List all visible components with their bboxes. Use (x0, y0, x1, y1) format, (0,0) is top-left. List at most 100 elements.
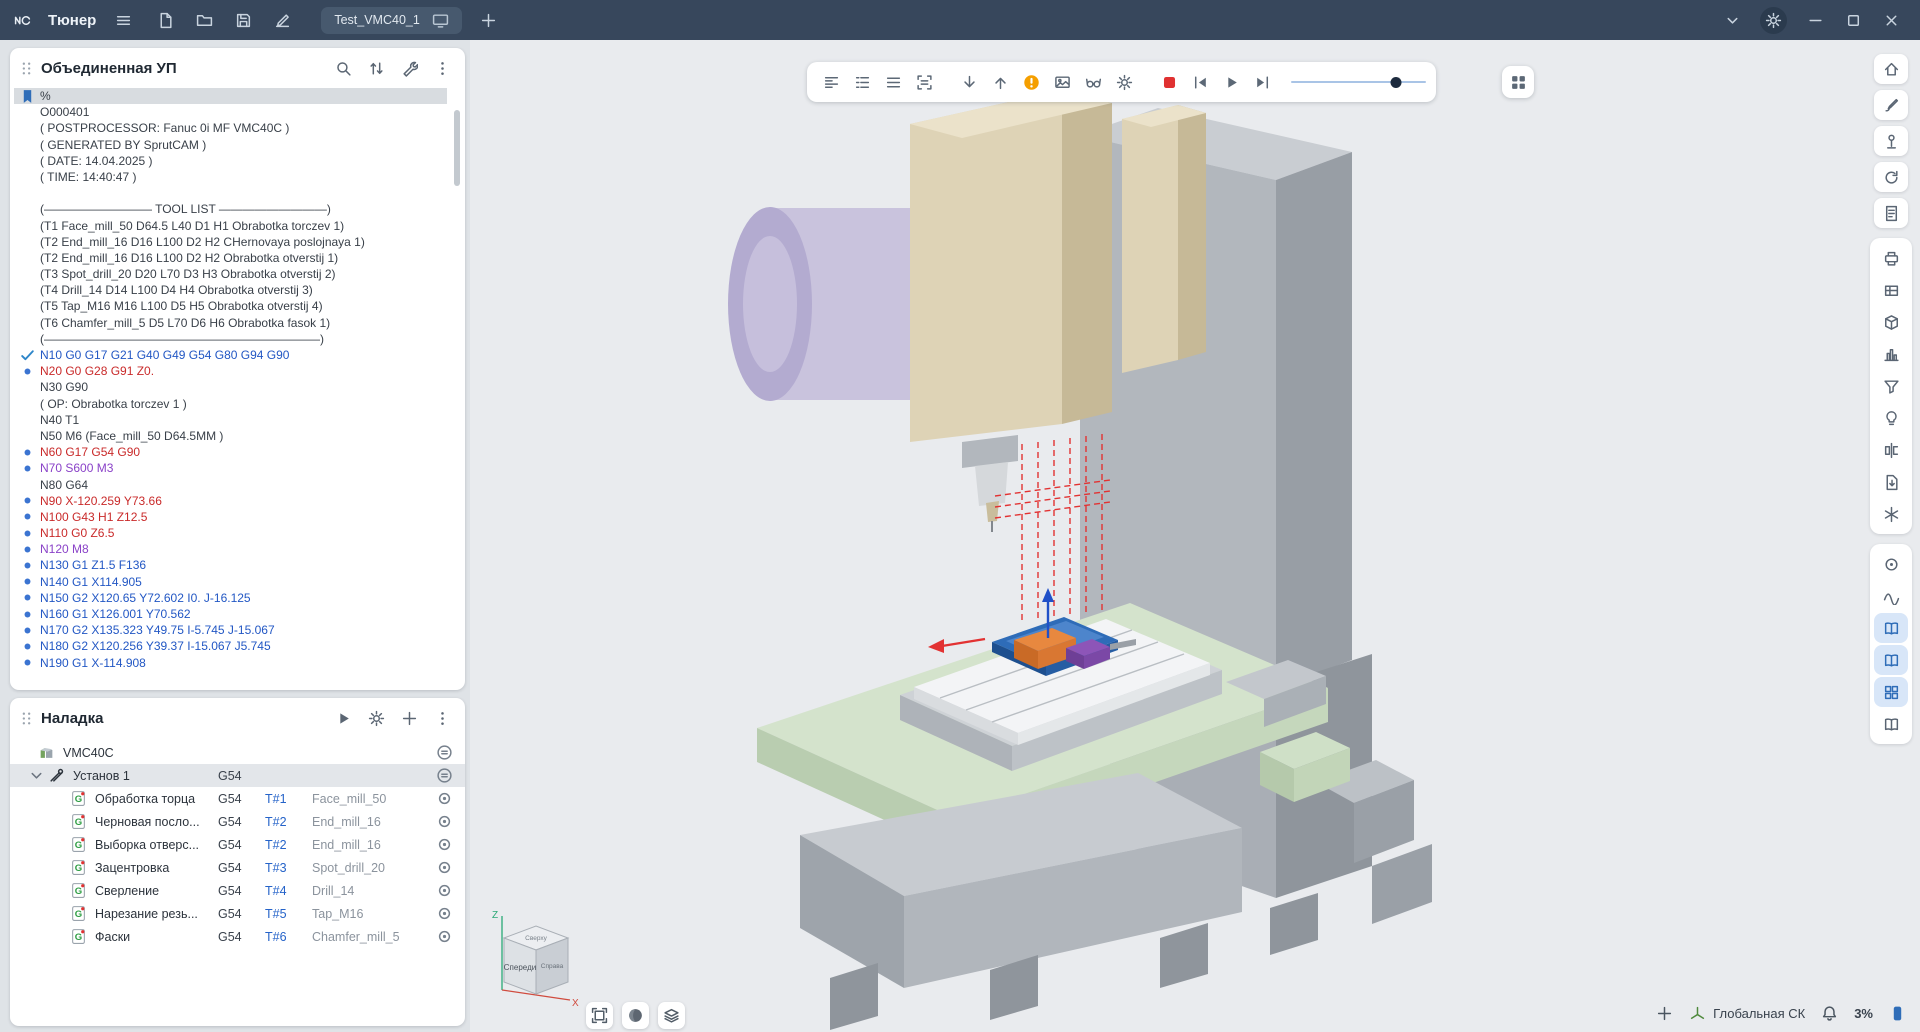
points-button[interactable] (1874, 549, 1908, 579)
add-cs-button[interactable] (1656, 1005, 1673, 1022)
simulation-view-button[interactable] (1079, 68, 1108, 97)
fit-view-button[interactable] (586, 1002, 613, 1029)
gcode-line[interactable]: % (14, 88, 447, 104)
operation-tree-node[interactable]: GЧерновая посло...G54T#2End_mill_16 (10, 810, 465, 833)
gcode-line[interactable]: N50 M6 (Face_mill_50 D64.5MM ) (14, 428, 447, 444)
gcode-line[interactable] (14, 185, 447, 201)
line-dot-icon[interactable] (14, 460, 40, 477)
export-button[interactable] (1874, 467, 1908, 497)
bookmark-icon[interactable] (14, 88, 40, 105)
manual-button[interactable] (1874, 645, 1908, 675)
focus-operation-button[interactable] (433, 880, 455, 902)
maximize-button[interactable] (1838, 5, 1868, 35)
step-up-button[interactable] (986, 68, 1015, 97)
save-project-button[interactable] (228, 5, 258, 35)
line-dot-icon[interactable] (14, 492, 40, 509)
gcode-line[interactable]: N100 G43 H1 Z12.5 (14, 509, 447, 525)
gcode-line[interactable]: (T6 Chamfer_mill_5 D5 L70 D6 H6 Obrabotk… (14, 315, 447, 331)
machine-tree-node[interactable]: VMC40C (10, 741, 465, 764)
new-document-button[interactable] (150, 5, 180, 35)
operation-tree-node[interactable]: GЗацентровкаG54T#3Spot_drill_20 (10, 856, 465, 879)
freeze-button[interactable] (1874, 499, 1908, 529)
notes-button[interactable] (1874, 709, 1908, 739)
code-view-numbered-button[interactable] (848, 68, 877, 97)
chevron-down-icon[interactable] (28, 767, 46, 784)
line-dot-icon[interactable] (14, 508, 40, 525)
gcode-line[interactable]: ( POSTPROCESSOR: Fanuc 0i MF VMC40C ) (14, 120, 447, 136)
shaded-view-button[interactable] (622, 1002, 649, 1029)
3d-viewport[interactable]: Z X Сверху Спереди Справа Глобальная СК … (470, 40, 1920, 1032)
expand-grid-button[interactable] (1502, 66, 1534, 98)
gcode-line[interactable]: N80 G64 (14, 477, 447, 493)
close-button[interactable] (1876, 5, 1906, 35)
gcode-line[interactable]: N130 G1 Z1.5 F136 (14, 557, 447, 573)
focus-operation-button[interactable] (433, 811, 455, 833)
gcode-line[interactable]: N40 T1 (14, 412, 447, 428)
gcode-line[interactable]: ( DATE: 14.04.2025 ) (14, 153, 447, 169)
simulation-settings-button[interactable] (1110, 68, 1139, 97)
focus-operation-button[interactable] (433, 834, 455, 856)
line-dot-icon[interactable] (14, 525, 40, 542)
hints-button[interactable] (1874, 403, 1908, 433)
fixtures-button[interactable] (1874, 275, 1908, 305)
gcode-scrollbar[interactable] (454, 96, 460, 680)
focus-operation-button[interactable] (433, 788, 455, 810)
code-view-compact-button[interactable] (817, 68, 846, 97)
gcode-line[interactable]: N30 G90 (14, 379, 447, 395)
app-settings-button[interactable] (1760, 7, 1787, 34)
gcode-line[interactable]: N190 G1 X-114.908 (14, 655, 447, 671)
appearance-button[interactable] (1874, 90, 1908, 120)
row-menu-button[interactable] (433, 742, 455, 764)
line-dot-icon[interactable] (14, 363, 40, 380)
search-button[interactable] (329, 54, 357, 82)
gcode-line[interactable]: N10 G0 G17 G21 G40 G49 G54 G80 G94 G90 (14, 347, 447, 363)
gcode-line[interactable]: N140 G1 X114.905 (14, 574, 447, 590)
gcode-line[interactable]: (T2 End_mill_16 D16 L100 D2 H2 CHernovay… (14, 234, 447, 250)
code-view-full-button[interactable] (879, 68, 908, 97)
warnings-button[interactable] (1017, 68, 1046, 97)
more-button[interactable] (428, 704, 456, 732)
operation-tree-node[interactable]: GВыборка отверс...G54T#2End_mill_16 (10, 833, 465, 856)
play-button[interactable] (1217, 68, 1246, 97)
line-dot-icon[interactable] (14, 573, 40, 590)
line-dot-icon[interactable] (14, 589, 40, 606)
gcode-line[interactable]: N90 X-120.259 Y73.66 (14, 493, 447, 509)
operation-tree-node[interactable]: GОбработка торцаG54T#1Face_mill_50 (10, 787, 465, 810)
focus-operation-button[interactable] (433, 857, 455, 879)
display-mode-button[interactable] (658, 1002, 685, 1029)
gcode-line[interactable]: (———————————————————————) (14, 331, 447, 347)
machine-button[interactable] (1874, 243, 1908, 273)
focus-operation-button[interactable] (433, 926, 455, 948)
gcode-line[interactable]: ( GENERATED BY SprutCAM ) (14, 137, 447, 153)
edit-project-button[interactable] (267, 5, 297, 35)
drag-handle-icon[interactable] (18, 60, 35, 77)
stop-button[interactable] (1155, 68, 1184, 97)
gcode-line[interactable]: ( TIME: 14:40:47 ) (14, 169, 447, 185)
minimize-button[interactable] (1800, 5, 1830, 35)
gcode-line[interactable]: N180 G2 X120.256 Y39.37 I-15.067 J5.745 (14, 638, 447, 654)
line-dot-icon[interactable] (14, 622, 40, 639)
gcode-line[interactable]: (T3 Spot_drill_20 D20 L70 D3 H3 Obrabotk… (14, 266, 447, 282)
report-button[interactable] (1874, 198, 1908, 228)
postprocess-button[interactable] (395, 54, 423, 82)
gcode-line[interactable]: N70 S600 M3 (14, 460, 447, 476)
gcode-line[interactable]: (————————— TOOL LIST —————————) (14, 201, 447, 217)
stock-button[interactable] (1874, 307, 1908, 337)
notifications-button[interactable] (1821, 1005, 1838, 1022)
gcode-line[interactable]: N20 G0 G28 G91 Z0. (14, 363, 447, 379)
setup-settings-button[interactable] (362, 704, 390, 732)
simulation-speed-slider[interactable] (1291, 68, 1426, 97)
gcode-line[interactable]: N120 M8 (14, 541, 447, 557)
expand-menu-button[interactable] (1717, 5, 1747, 35)
filter-button[interactable] (1874, 371, 1908, 401)
gcode-line[interactable]: N160 G1 X126.001 Y70.562 (14, 606, 447, 622)
to-end-button[interactable] (1248, 68, 1277, 97)
curves-button[interactable] (1874, 581, 1908, 611)
view-cube[interactable]: Z X Сверху Спереди Справа (480, 904, 584, 1012)
gcode-line[interactable]: (T2 End_mill_16 D16 L100 D2 H2 Obrabotka… (14, 250, 447, 266)
probe-button[interactable] (1874, 126, 1908, 156)
grid-view-button[interactable] (1874, 677, 1908, 707)
line-dot-icon[interactable] (14, 654, 40, 671)
focus-operation-button[interactable] (433, 903, 455, 925)
gcode-line[interactable]: N150 G2 X120.65 Y72.602 I0. J-16.125 (14, 590, 447, 606)
